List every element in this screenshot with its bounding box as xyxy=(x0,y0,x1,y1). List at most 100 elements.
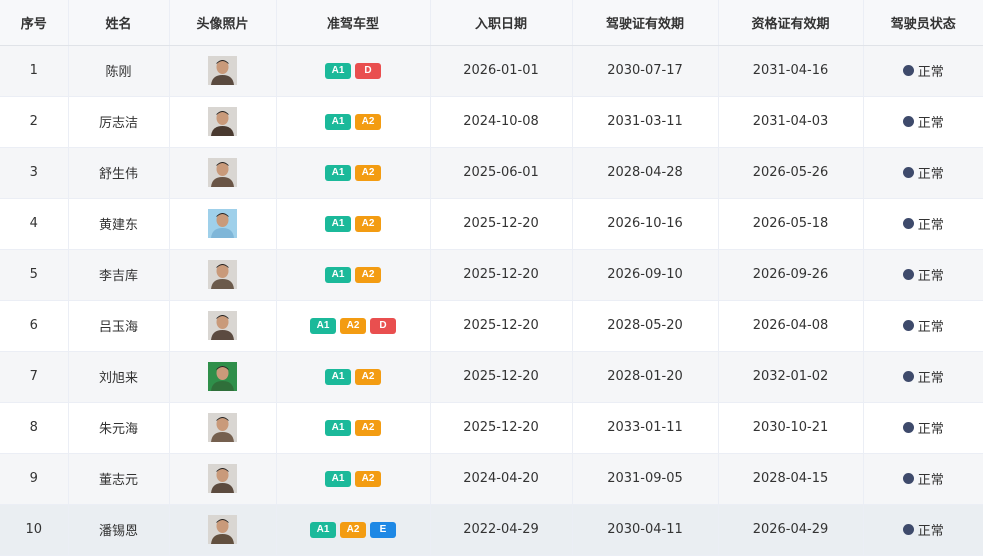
license-badge-a1: A1 xyxy=(325,369,351,385)
driver-photo[interactable] xyxy=(208,158,237,187)
cell-cert-expiry: 2028-04-15 xyxy=(718,453,864,505)
cell-status: 正常 xyxy=(863,351,983,403)
license-badges: A1 A2 xyxy=(325,114,381,130)
status-badge: 正常 xyxy=(902,520,944,539)
cell-license-class: A1 A2 xyxy=(276,249,431,301)
status-badge: 正常 xyxy=(902,265,944,284)
driver-photo[interactable] xyxy=(208,209,237,238)
cell-no: 4 xyxy=(0,198,69,250)
cell-hire-date: 2022-04-29 xyxy=(430,504,573,556)
column-header-license-class[interactable]: 准驾车型 xyxy=(276,0,431,46)
license-badge-a1: A1 xyxy=(325,267,351,283)
cell-cert-expiry: 2032-01-02 xyxy=(718,351,864,403)
cell-photo xyxy=(169,351,277,403)
status-text: 正常 xyxy=(917,473,944,488)
column-header-status[interactable]: 驾驶员状态 xyxy=(863,0,983,46)
cell-name: 黄建东 xyxy=(68,198,170,250)
column-header-hire-date[interactable]: 入职日期 xyxy=(430,0,573,46)
status-dot-icon xyxy=(902,218,914,229)
cell-no: 9 xyxy=(0,453,69,505)
license-badges: A1 A2 xyxy=(325,471,381,487)
table-row[interactable]: 6 吕玉海 A1 A2 D 2025-12-20 2028-05-20 2026-04-08 正… xyxy=(0,300,983,352)
cell-hire-date: 2025-06-01 xyxy=(430,147,573,199)
cell-photo xyxy=(169,96,277,148)
cell-no: 3 xyxy=(0,147,69,199)
status-badge: 正常 xyxy=(902,61,944,80)
cell-no: 6 xyxy=(0,300,69,352)
table-row[interactable]: 5 李吉库 A1 A2 2025-12-20 2026-09-10 2026-09-26 正常 xyxy=(0,249,983,301)
table-row[interactable]: 4 黄建东 A1 A2 2025-12-20 2026-10-16 2026-05-18 正常 xyxy=(0,198,983,250)
status-dot-icon xyxy=(902,524,914,535)
cell-cert-expiry: 2031-04-03 xyxy=(718,96,864,148)
cell-license-expiry: 2030-07-17 xyxy=(572,45,719,97)
status-dot-icon xyxy=(902,269,914,280)
cell-no: 2 xyxy=(0,96,69,148)
status-text: 正常 xyxy=(917,218,944,233)
driver-photo[interactable] xyxy=(208,56,237,85)
table-row[interactable]: 3 舒生伟 A1 A2 2025-06-01 2028-04-28 2026-05-26 正常 xyxy=(0,147,983,199)
cell-license-expiry: 2028-04-28 xyxy=(572,147,719,199)
cell-cert-expiry: 2026-05-18 xyxy=(718,198,864,250)
cell-license-class: A1 A2 xyxy=(276,351,431,403)
cell-cert-expiry: 2026-05-26 xyxy=(718,147,864,199)
table-row[interactable]: 10 潘锡恩 A1 A2 E 2022-04-29 2030-04-11 2026-04-29… xyxy=(0,504,983,556)
license-badge-a1: A1 xyxy=(325,63,351,79)
driver-photo[interactable] xyxy=(208,362,237,391)
column-header-no[interactable]: 序号 xyxy=(0,0,69,46)
cell-license-expiry: 2030-04-11 xyxy=(572,504,719,556)
table-body: 1 陈刚 A1 D 2026-01-01 2030-07-17 2031-04-16 正常 2 厉… xyxy=(0,45,983,556)
cell-license-class: A1 A2 xyxy=(276,96,431,148)
license-badge-d: D xyxy=(370,318,396,334)
cell-status: 正常 xyxy=(863,147,983,199)
license-badge-a1: A1 xyxy=(325,165,351,181)
driver-photo[interactable] xyxy=(208,107,237,136)
license-badge-a2: A2 xyxy=(340,522,366,538)
cell-status: 正常 xyxy=(863,45,983,97)
table-row[interactable]: 1 陈刚 A1 D 2026-01-01 2030-07-17 2031-04-16 正常 xyxy=(0,45,983,97)
cell-status: 正常 xyxy=(863,453,983,505)
cell-no: 8 xyxy=(0,402,69,454)
license-badges: A1 A2 D xyxy=(310,318,396,334)
cell-license-class: A1 A2 xyxy=(276,453,431,505)
status-text: 正常 xyxy=(917,116,944,131)
license-badge-a2: A2 xyxy=(355,216,381,232)
license-badge-e: E xyxy=(370,522,396,538)
driver-photo[interactable] xyxy=(208,311,237,340)
status-dot-icon xyxy=(902,320,914,331)
column-header-cert-expiry[interactable]: 资格证有效期 xyxy=(718,0,864,46)
cell-cert-expiry: 2026-09-26 xyxy=(718,249,864,301)
cell-cert-expiry: 2026-04-29 xyxy=(718,504,864,556)
table-row[interactable]: 7 刘旭来 A1 A2 2025-12-20 2028-01-20 2032-01-02 正常 xyxy=(0,351,983,403)
license-badges: A1 A2 xyxy=(325,216,381,232)
table-row[interactable]: 2 厉志洁 A1 A2 2024-10-08 2031-03-11 2031-04-03 正常 xyxy=(0,96,983,148)
driver-photo[interactable] xyxy=(208,515,237,544)
driver-photo[interactable] xyxy=(208,413,237,442)
cell-status: 正常 xyxy=(863,96,983,148)
cell-hire-date: 2025-12-20 xyxy=(430,249,573,301)
cell-no: 5 xyxy=(0,249,69,301)
table-row[interactable]: 8 朱元海 A1 A2 2025-12-20 2033-01-11 2030-10-21 正常 xyxy=(0,402,983,454)
driver-photo[interactable] xyxy=(208,464,237,493)
cell-hire-date: 2026-01-01 xyxy=(430,45,573,97)
column-header-photo[interactable]: 头像照片 xyxy=(169,0,277,46)
license-badge-a1: A1 xyxy=(310,318,336,334)
license-badge-a2: A2 xyxy=(355,420,381,436)
status-badge: 正常 xyxy=(902,418,944,437)
table-row[interactable]: 9 董志元 A1 A2 2024-04-20 2031-09-05 2028-04-15 正常 xyxy=(0,453,983,505)
license-badge-a1: A1 xyxy=(310,522,336,538)
column-header-name[interactable]: 姓名 xyxy=(68,0,170,46)
cell-photo xyxy=(169,147,277,199)
status-dot-icon xyxy=(902,422,914,433)
driver-photo[interactable] xyxy=(208,260,237,289)
cell-no: 7 xyxy=(0,351,69,403)
cell-license-class: A1 A2 xyxy=(276,402,431,454)
status-dot-icon xyxy=(902,167,914,178)
cell-name: 陈刚 xyxy=(68,45,170,97)
cell-status: 正常 xyxy=(863,198,983,250)
cell-photo xyxy=(169,300,277,352)
status-text: 正常 xyxy=(917,167,944,182)
status-badge: 正常 xyxy=(902,367,944,386)
column-header-license-expiry[interactable]: 驾驶证有效期 xyxy=(572,0,719,46)
license-badge-a1: A1 xyxy=(325,420,351,436)
status-text: 正常 xyxy=(917,371,944,386)
